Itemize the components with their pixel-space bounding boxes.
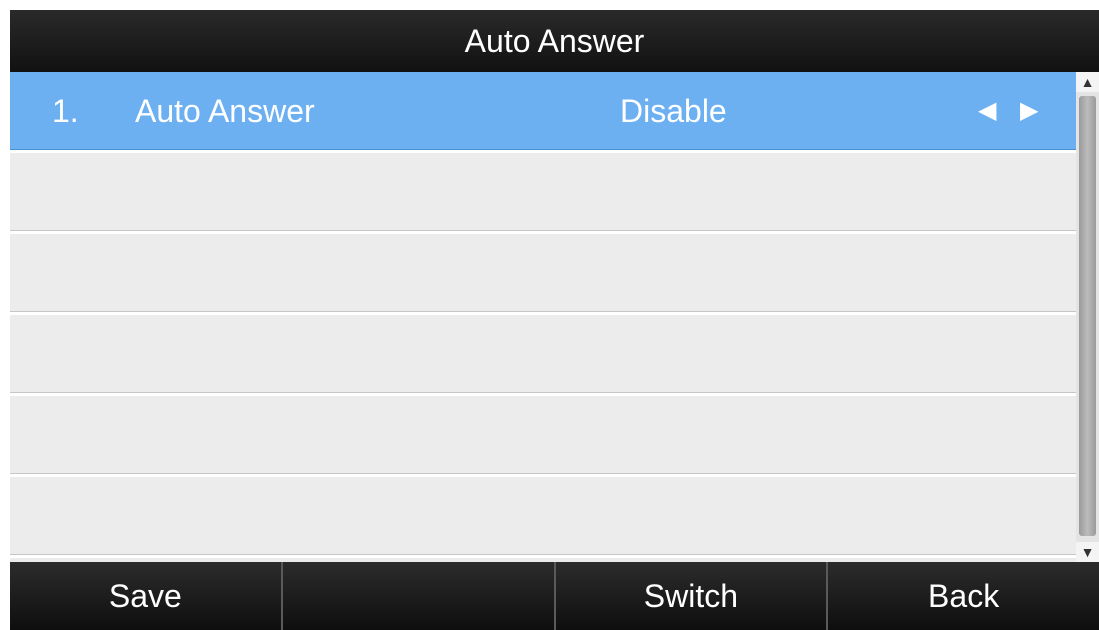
arrow-right-icon[interactable]: ▶ (1020, 72, 1038, 150)
blank-softkey[interactable] (283, 562, 556, 630)
scroll-thumb[interactable] (1079, 96, 1096, 536)
scroll-down-icon[interactable]: ▼ (1076, 542, 1099, 562)
list-item-auto-answer[interactable]: 1. Auto Answer Disable ◀ ▶ (10, 72, 1076, 153)
settings-list: 1. Auto Answer Disable ◀ ▶ (10, 72, 1076, 562)
page-title: Auto Answer (10, 10, 1099, 72)
list-item-empty (10, 153, 1076, 234)
scroll-up-icon[interactable]: ▲ (1076, 72, 1099, 92)
list-item-empty (10, 234, 1076, 315)
back-softkey[interactable]: Back (828, 562, 1099, 630)
arrow-left-icon[interactable]: ◀ (978, 72, 996, 150)
item-number: 1. (52, 93, 79, 129)
scrollbar[interactable]: ▲ ▼ (1076, 72, 1099, 562)
switch-softkey[interactable]: Switch (556, 562, 829, 630)
list-item-empty (10, 477, 1076, 558)
phone-screen: Auto Answer 1. Auto Answer Disable ◀ ▶ ▲… (10, 10, 1099, 630)
item-value: Disable (620, 93, 727, 129)
item-label: Auto Answer (135, 93, 315, 129)
list-item-empty (10, 396, 1076, 477)
save-softkey[interactable]: Save (10, 562, 283, 630)
softkey-bar: Save Switch Back (10, 562, 1099, 630)
list-item-empty (10, 315, 1076, 396)
